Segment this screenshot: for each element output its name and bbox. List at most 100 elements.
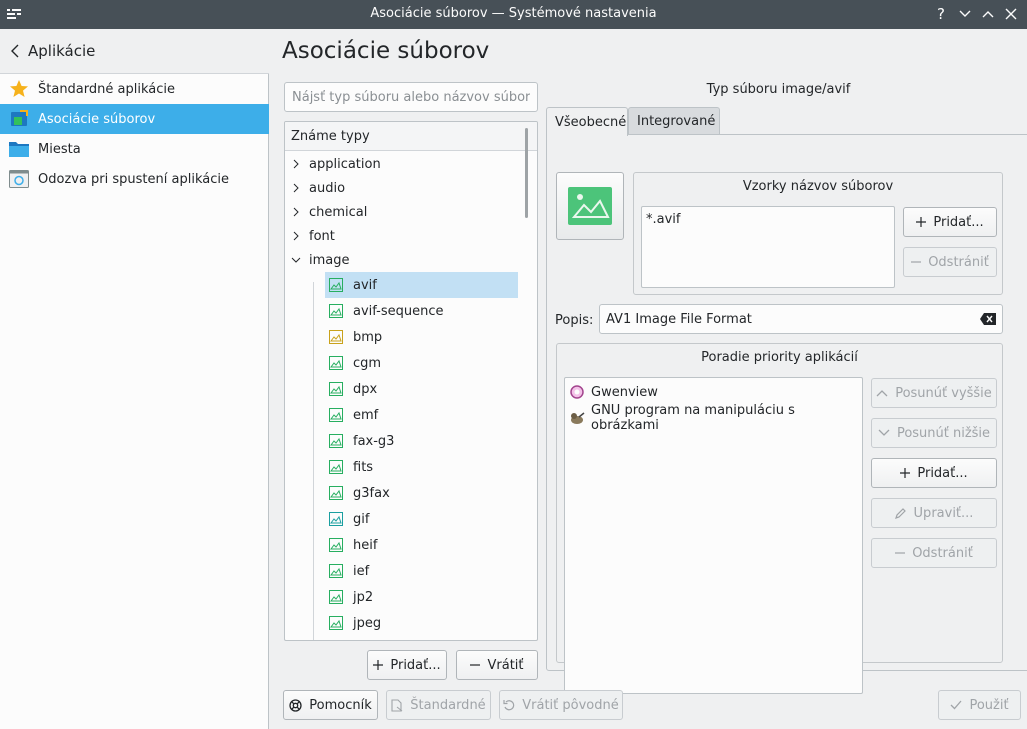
defaults-label: Štandardné [410,697,486,713]
tree-group-label: image [309,252,350,268]
tree-item-jp2[interactable]: jp2 [325,584,518,610]
tree-item-cgm[interactable]: cgm [325,350,518,376]
move-down-button[interactable]: Posunúť nižšie [871,418,997,448]
add-app-button[interactable]: Pridať... [871,458,997,488]
tree-group-font[interactable]: font [285,224,525,248]
tree-item-bmp[interactable]: bmp [325,324,518,350]
reset-label: Vrátiť pôvodné [522,697,619,713]
priority-title: Poradie priority aplikácií [701,350,858,365]
image-preview-icon [568,187,612,225]
tree-item-avif-sequence[interactable]: avif-sequence [325,298,518,324]
tree-item-emf[interactable]: emf [325,402,518,428]
add-type-button[interactable]: Pridať... [367,650,447,680]
close-button[interactable] [1000,3,1022,25]
sidebar-item-default-apps[interactable]: Štandardné aplikácie [0,74,269,104]
tree-group-audio[interactable]: audio [285,176,525,200]
tree-guide-line [313,282,314,640]
move-up-button[interactable]: Posunúť vyššie [871,378,997,408]
tree-group-label: application [309,156,381,172]
tree-item-gif[interactable]: gif [325,506,518,532]
sidebar-item-places[interactable]: Miesta [0,134,269,164]
tree-group-label: font [309,228,335,244]
revert-type-button[interactable]: Vrátiť [456,650,538,680]
tree-item-avif[interactable]: avif [325,272,518,298]
sidebar-item-file-associations[interactable]: Asociácie súborov [0,104,269,134]
chevron-right-icon[interactable] [289,231,303,241]
tree-item-label: avif-sequence [353,303,444,319]
image-file-icon [329,304,343,318]
tab-embedded[interactable]: Integrované [628,107,720,135]
sidebar-item-launch-feedback[interactable]: Odozva pri spustení aplikácie [0,164,269,194]
general-tab-panel: Vzorky názvov súborov *.avif Pridať... O… [546,134,1027,694]
tree-item-ief[interactable]: ief [325,558,518,584]
tree-group-application[interactable]: application [285,152,525,176]
edit-app-label: Upraviť... [913,505,974,521]
app-priority-group: Poradie priority aplikácií Gwenview GNU … [556,343,1003,694]
chevron-up-icon [982,11,994,18]
remove-app-button[interactable]: Odstrániť [871,538,997,568]
tree-item-label: dpx [353,381,378,397]
help-icon: ? [937,5,945,23]
image-file-icon [329,616,343,630]
defaults-button[interactable]: Štandardné [386,690,491,720]
apply-label: Použiť [969,697,1009,713]
main-content: Asociácie súborov Známe typy application… [270,29,1027,729]
tree-item-label: bmp [353,329,383,345]
tree-item-g3fax[interactable]: g3fax [325,480,518,506]
reset-button[interactable]: Vrátiť pôvodné [499,690,623,720]
tree-item-label: emf [353,407,379,423]
app-item-gwenview[interactable]: Gwenview [569,379,658,405]
tree-group-image[interactable]: image [285,248,525,272]
move-down-label: Posunúť nižšie [896,425,991,441]
image-file-icon [329,382,343,396]
image-file-icon [329,408,343,422]
minus-icon [911,261,922,263]
maximize-button[interactable] [977,3,999,25]
chevron-right-icon[interactable] [289,207,303,217]
gimp-icon [569,410,585,426]
tree-item-heif[interactable]: heif [325,532,518,558]
filename-patterns-group: Vzorky názvov súborov *.avif Pridať... O… [633,172,1003,295]
tree-item-jpeg[interactable]: jpeg [325,610,518,636]
tree-item-dpx[interactable]: dpx [325,376,518,402]
launch-feedback-icon [8,168,30,190]
file-type-heading: Typ súboru image/avif [706,82,851,97]
description-field[interactable]: AV1 Image File Format [599,304,1003,334]
pattern-item[interactable]: *.avif [646,212,680,227]
folder-icon [8,138,30,160]
help-footer-button[interactable]: Pomocník [283,690,378,720]
undo-icon [503,699,515,711]
add-pattern-label: Pridať... [933,214,984,230]
tab-general-label: Všeobecné [555,114,627,130]
tree-item-fax-g3[interactable]: fax-g3 [325,428,518,454]
image-file-icon [329,564,343,578]
file-type-icon-button[interactable] [556,172,624,240]
remove-pattern-button[interactable]: Odstrániť [903,247,997,277]
chevron-right-icon[interactable] [289,183,303,193]
add-app-label: Pridať... [917,465,968,481]
minimize-button[interactable] [954,3,976,25]
tree-item-fits[interactable]: fits [325,454,518,480]
mime-type-tree[interactable]: Známe typy application audio chemical fo… [284,121,538,641]
back-label: Aplikácie [28,42,96,60]
tree-item-label: g3fax [353,485,390,501]
apply-button[interactable]: Použiť [938,690,1021,720]
search-input[interactable] [284,82,538,112]
bmp-file-icon [329,330,343,344]
tree-scrollbar[interactable] [525,128,528,218]
sidebar-item-label: Miesta [38,141,81,157]
chevron-right-icon[interactable] [289,159,303,169]
tab-embedded-label: Integrované [637,114,716,129]
app-item-gimp[interactable]: GNU program na manipuláciu s obrázkami [569,403,862,433]
image-file-icon [329,460,343,474]
app-priority-list[interactable]: Gwenview GNU program na manipuláciu s ob… [564,377,863,694]
tab-general[interactable]: Všeobecné [546,107,628,136]
chevron-down-icon[interactable] [289,257,303,263]
help-button[interactable]: ? [930,3,952,25]
patterns-list[interactable]: *.avif [641,206,895,288]
clear-text-icon[interactable] [980,313,996,325]
tree-group-chemical[interactable]: chemical [285,200,525,224]
back-to-applications[interactable]: Aplikácie [0,29,269,74]
add-pattern-button[interactable]: Pridať... [903,207,997,237]
edit-app-button[interactable]: Upraviť... [871,498,997,528]
